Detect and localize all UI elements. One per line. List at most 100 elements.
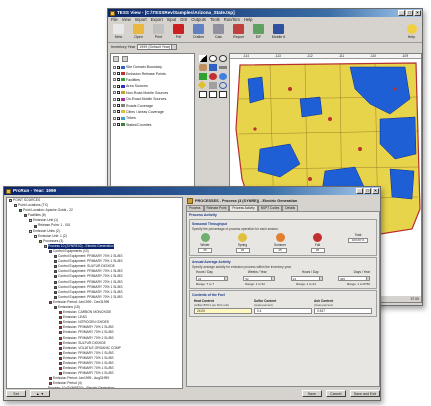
fuel-column-header: Ash Content (mass percent)	[314, 299, 372, 307]
menu-item-gis[interactable]: GIS	[180, 17, 187, 23]
seasonal-title: Seasonal Throughput	[192, 222, 227, 226]
expand-icon[interactable]	[113, 78, 116, 82]
expand-icon[interactable]	[113, 65, 116, 69]
add-layer-icon[interactable]	[113, 56, 119, 62]
help-button[interactable]: Help	[403, 24, 420, 42]
cancel-button[interactable]: Cancel	[325, 390, 346, 397]
main-title-bar[interactable]: TESS View - [C:\TESSRev\Samples\Arizona_…	[108, 9, 422, 17]
minimize-button[interactable]: _	[398, 10, 405, 16]
layer-swatch-icon	[121, 65, 125, 69]
save-button[interactable]: Save	[301, 390, 322, 397]
refresh-icon[interactable]	[219, 82, 227, 89]
pdf-button[interactable]: Pdf	[170, 24, 187, 42]
menu-item-view[interactable]: View	[122, 17, 131, 23]
menu-item-outputs[interactable]: Outputs	[191, 17, 206, 23]
maximize-button[interactable]: □	[406, 10, 413, 16]
expand-icon[interactable]	[113, 116, 116, 120]
zoom-in-icon[interactable]	[209, 55, 217, 62]
outline-button[interactable]: Outline	[190, 24, 207, 42]
layer-checkbox[interactable]	[117, 78, 120, 82]
set-button[interactable]: Set	[6, 390, 26, 397]
fuel-value-input[interactable]: 0.547	[314, 307, 372, 314]
process-title-bar[interactable]: PrcRun - Year: 1999 _ □ ×	[4, 187, 380, 195]
average-value: 365	[339, 276, 345, 281]
tree-node-icon	[59, 341, 62, 345]
select-arrow-icon[interactable]	[199, 55, 207, 62]
spinner-icon[interactable]	[224, 276, 227, 280]
menu-item-import[interactable]: Import	[135, 17, 147, 23]
spinner-icon[interactable]	[271, 276, 275, 280]
process-close-button[interactable]: ×	[372, 188, 379, 194]
season-value-input[interactable]: 25	[310, 248, 325, 253]
fuel-value-input[interactable]: 24.00	[194, 307, 252, 314]
average-value-input[interactable]: 365	[337, 275, 370, 281]
eif-button[interactable]: EIF	[250, 24, 267, 42]
polygon-icon[interactable]	[199, 91, 207, 98]
layer-checkbox[interactable]	[117, 65, 120, 69]
menu-item-help[interactable]: Help	[244, 17, 253, 23]
layer-icon[interactable]	[199, 73, 207, 80]
expand-icon[interactable]	[113, 84, 116, 88]
source-tree[interactable]: POINT SOURCES Point Locations (TX) Point L…	[6, 197, 183, 389]
season-value-input[interactable]: 25	[198, 248, 212, 253]
pan-icon[interactable]	[199, 64, 207, 71]
season-value-input[interactable]: 25	[273, 248, 287, 253]
globe-icon[interactable]	[219, 73, 227, 80]
measure-icon[interactable]	[219, 66, 227, 69]
report-button[interactable]: Report	[230, 24, 247, 42]
layer-checkbox[interactable]	[117, 110, 120, 114]
average-value-input[interactable]: 52	[243, 275, 276, 281]
layer-checkbox[interactable]	[117, 104, 120, 108]
menu-item-export[interactable]: Export	[151, 17, 163, 23]
new-button[interactable]: New	[110, 24, 127, 42]
layer-checkbox[interactable]	[117, 72, 120, 76]
layer-item[interactable]: States/Counties	[111, 122, 194, 128]
menu-item-run-sim[interactable]: Run/Sim	[224, 17, 240, 23]
expand-icon[interactable]	[113, 104, 116, 108]
layer-checkbox[interactable]	[117, 97, 120, 101]
process-minimize-button[interactable]: _	[356, 188, 363, 194]
star-icon[interactable]	[197, 80, 207, 90]
chart-icon[interactable]	[219, 91, 227, 98]
tool-icon[interactable]	[209, 82, 217, 89]
tree-node-icon	[59, 331, 62, 335]
menu-item-file[interactable]: File	[111, 17, 118, 23]
expand-icon[interactable]	[113, 97, 116, 101]
average-value-input[interactable]: 24	[290, 275, 323, 281]
tab-panel: Process Activity Seasonal Throughput Spe…	[186, 211, 380, 387]
inventory-year-select[interactable]: 1999 (Default Year)	[137, 44, 178, 50]
layer-checkbox[interactable]	[117, 123, 120, 127]
print-button[interactable]: Print	[150, 24, 167, 42]
process-maximize-button[interactable]: □	[364, 188, 371, 194]
open-button[interactable]: Open	[130, 24, 147, 42]
spinner-icon[interactable]	[365, 276, 369, 280]
spinner-icon[interactable]	[318, 276, 322, 280]
layer-checkbox[interactable]	[117, 84, 120, 88]
menu-item-tools[interactable]: Tools	[210, 17, 220, 23]
nav-arrows-button[interactable]: ▲ ▼	[30, 390, 50, 397]
table-icon[interactable]	[209, 91, 217, 98]
mobile-6-button[interactable]: Mobile 6	[270, 24, 287, 42]
save-exit-button[interactable]: Save and Exit	[349, 390, 380, 397]
ruler-tick-label: -112	[306, 54, 313, 58]
point-icon[interactable]	[209, 73, 217, 80]
menu-item-input[interactable]: Input	[167, 17, 176, 23]
layer-checkbox[interactable]	[117, 91, 120, 95]
layer-swatch-icon	[121, 84, 125, 88]
average-value-input[interactable]: 24	[196, 275, 228, 281]
close-button[interactable]: ×	[414, 10, 421, 16]
calc-button[interactable]: Calc	[210, 24, 227, 42]
expand-icon[interactable]	[113, 123, 116, 127]
layer-checkbox[interactable]	[117, 116, 120, 120]
expand-icon[interactable]	[113, 72, 116, 76]
layer-swatch-icon	[121, 97, 125, 101]
expand-icon[interactable]	[113, 110, 116, 114]
identify-icon[interactable]	[209, 64, 217, 71]
average-range: Range: 1 to 24	[296, 281, 316, 286]
tree-node-icon	[54, 306, 57, 310]
fuel-value-input[interactable]: 0.4	[254, 307, 312, 314]
zoom-out-icon[interactable]	[219, 55, 227, 62]
remove-layer-icon[interactable]	[122, 56, 128, 62]
expand-icon[interactable]	[113, 91, 116, 95]
season-value-input[interactable]: 25	[235, 248, 250, 253]
